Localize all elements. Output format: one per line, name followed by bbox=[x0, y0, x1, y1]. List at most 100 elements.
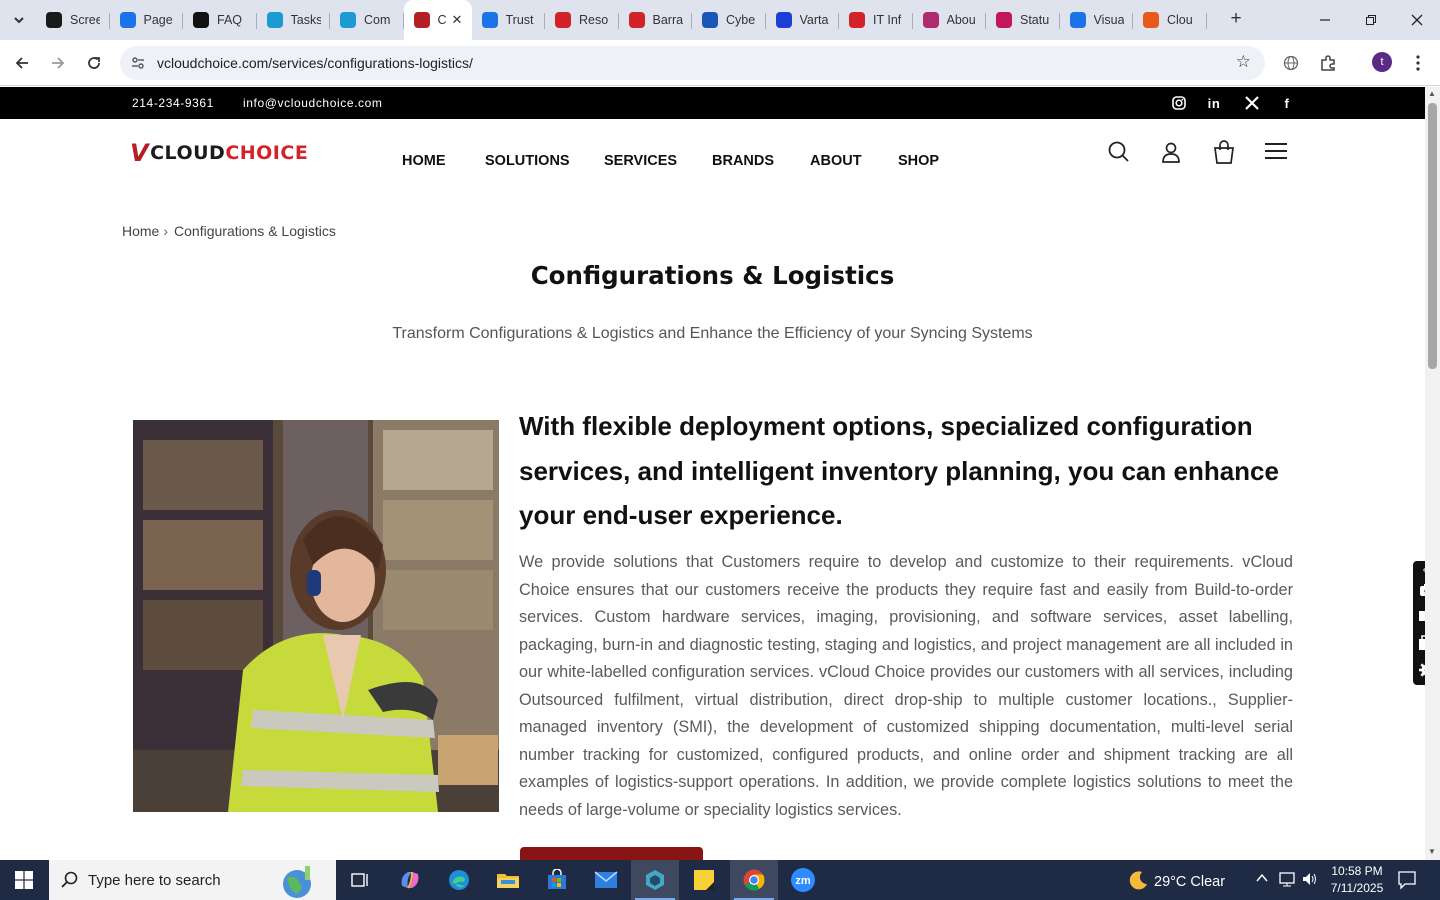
network-icon[interactable] bbox=[1278, 871, 1296, 890]
breadcrumb-home[interactable]: Home bbox=[122, 223, 159, 239]
phone-number[interactable]: 214-234-9361 bbox=[132, 96, 214, 110]
cart-bag-icon[interactable] bbox=[1211, 139, 1237, 165]
translate-icon[interactable] bbox=[1280, 52, 1302, 74]
camera-icon[interactable] bbox=[1418, 581, 1425, 599]
browser-tab[interactable]: Cybe bbox=[692, 0, 766, 40]
logo-choice: CHOICE bbox=[225, 142, 309, 164]
system-clock[interactable]: 10:58 PM 7/11/2025 bbox=[1328, 863, 1386, 897]
copilot-app[interactable] bbox=[386, 860, 434, 900]
browser-tab[interactable]: IT Inf bbox=[839, 0, 913, 40]
browser-tab[interactable]: Statu bbox=[986, 0, 1060, 40]
browser-tab[interactable]: Barra bbox=[619, 0, 693, 40]
chrome-app[interactable] bbox=[730, 860, 778, 900]
store-app[interactable] bbox=[533, 860, 581, 900]
clock-time: 10:58 PM bbox=[1331, 864, 1383, 878]
window-capture-icon[interactable] bbox=[1418, 634, 1425, 652]
browser-tab[interactable]: Trust bbox=[472, 0, 546, 40]
tab-label: Barra bbox=[652, 13, 683, 27]
restore-button[interactable] bbox=[1348, 0, 1394, 40]
tab-label: C bbox=[437, 13, 447, 27]
facebook-icon[interactable]: f bbox=[1278, 94, 1296, 112]
browser-tab[interactable]: Varta bbox=[766, 0, 840, 40]
sticky-notes-app[interactable] bbox=[680, 860, 728, 900]
x-icon[interactable] bbox=[1243, 94, 1261, 112]
back-button[interactable] bbox=[9, 50, 35, 76]
tray-chevron-up-icon[interactable] bbox=[1255, 871, 1269, 888]
restore-icon bbox=[1366, 15, 1376, 25]
profile-avatar[interactable]: t bbox=[1372, 52, 1392, 72]
openai-icon bbox=[193, 12, 209, 28]
windows-taskbar: Type here to search zm 29°C Clear 10:58 … bbox=[0, 860, 1440, 900]
mail-app[interactable] bbox=[582, 860, 630, 900]
linkedin-icon[interactable]: in bbox=[1205, 94, 1223, 112]
forward-button[interactable] bbox=[45, 50, 71, 76]
sticky-notes-icon bbox=[694, 870, 714, 890]
file-explorer-app[interactable] bbox=[484, 860, 532, 900]
section-heading: With flexible deployment options, specia… bbox=[519, 411, 1279, 530]
pencil-icon[interactable]: ✎ bbox=[1418, 563, 1425, 581]
tab-label: Visua bbox=[1093, 13, 1124, 27]
url-text[interactable]: vcloudchoice.com/services/configurations… bbox=[157, 55, 473, 71]
start-button[interactable] bbox=[0, 860, 48, 900]
settings-gear-icon[interactable] bbox=[1418, 661, 1425, 679]
site-settings-icon[interactable] bbox=[128, 53, 148, 73]
close-tab-icon[interactable]: ✕ bbox=[452, 12, 463, 28]
browser-tab[interactable]: C ✕ bbox=[403, 0, 472, 40]
nav-about[interactable]: ABOUT bbox=[810, 153, 862, 169]
flower-icon bbox=[922, 12, 939, 28]
video-camera-icon[interactable] bbox=[1418, 607, 1425, 625]
instagram-icon[interactable] bbox=[1170, 94, 1188, 112]
weather-text: 29°C Clear bbox=[1154, 874, 1226, 890]
scroll-down-arrow[interactable]: ▼ bbox=[1428, 847, 1436, 856]
scroll-thumb[interactable] bbox=[1428, 103, 1437, 369]
nav-home[interactable]: HOME bbox=[402, 153, 446, 169]
account-icon[interactable] bbox=[1158, 139, 1184, 165]
chrome-icon bbox=[743, 869, 765, 891]
browser-tab[interactable]: Tasks bbox=[257, 0, 331, 40]
browser-tab[interactable]: Com bbox=[330, 0, 404, 40]
arrow-left-icon bbox=[15, 57, 28, 69]
reload-button[interactable] bbox=[81, 50, 107, 76]
nav-solutions[interactable]: SOLUTIONS bbox=[485, 153, 570, 169]
browser-tab[interactable]: Reso bbox=[545, 0, 619, 40]
browser-tab[interactable]: Abou bbox=[913, 0, 987, 40]
edge-app[interactable] bbox=[435, 860, 483, 900]
hamburger-menu-icon[interactable] bbox=[1263, 139, 1289, 165]
task-view-button[interactable] bbox=[336, 860, 384, 900]
email-address[interactable]: info@vcloudchoice.com bbox=[243, 96, 383, 110]
minimize-button[interactable] bbox=[1302, 0, 1348, 40]
browser-tab[interactable]: Page bbox=[110, 0, 184, 40]
minimize-icon bbox=[1320, 19, 1330, 21]
logo-cloud: CLOUD bbox=[150, 142, 226, 164]
notifications-icon[interactable] bbox=[1397, 870, 1417, 893]
scroll-up-arrow[interactable]: ▲ bbox=[1428, 89, 1436, 98]
browser-menu-icon[interactable] bbox=[1407, 52, 1429, 74]
cursor-app[interactable] bbox=[631, 860, 679, 900]
tab-label: Page bbox=[143, 13, 173, 27]
nav-services[interactable]: SERVICES bbox=[604, 153, 677, 169]
taskbar-search[interactable]: Type here to search bbox=[49, 860, 336, 900]
nav-brands[interactable]: BRANDS bbox=[712, 153, 774, 169]
site-logo[interactable]: V CLOUD CHOICE bbox=[130, 139, 309, 167]
new-tab-button[interactable]: + bbox=[1225, 8, 1247, 30]
page-scrollbar[interactable]: ▲ ▼ bbox=[1425, 87, 1440, 860]
page-subtitle: Transform Configurations & Logistics and… bbox=[392, 325, 1033, 342]
pulse-icon bbox=[1069, 12, 1086, 28]
cloud-swoosh-icon bbox=[1143, 12, 1159, 28]
zoom-icon: zm bbox=[791, 868, 815, 892]
weather-widget[interactable]: 29°C Clear bbox=[1128, 870, 1225, 890]
volume-icon[interactable] bbox=[1301, 871, 1319, 890]
browser-tab[interactable]: Visua bbox=[1060, 0, 1134, 40]
extensions-puzzle-icon[interactable] bbox=[1317, 52, 1339, 74]
nav-shop[interactable]: SHOP bbox=[898, 153, 939, 169]
tab-search-button[interactable] bbox=[6, 7, 32, 33]
address-bar[interactable]: vcloudchoice.com/services/configurations… bbox=[120, 46, 1265, 80]
search-icon[interactable] bbox=[1106, 139, 1132, 165]
bookmark-star-icon[interactable]: ☆ bbox=[1236, 52, 1251, 72]
browser-tab[interactable]: FAQ bbox=[183, 0, 257, 40]
browser-tab[interactable]: Scree bbox=[36, 0, 110, 40]
browser-tab[interactable]: Clou bbox=[1133, 0, 1207, 40]
cta-button[interactable] bbox=[520, 847, 703, 860]
zoom-app[interactable]: zm bbox=[779, 860, 827, 900]
close-window-button[interactable] bbox=[1394, 0, 1440, 40]
